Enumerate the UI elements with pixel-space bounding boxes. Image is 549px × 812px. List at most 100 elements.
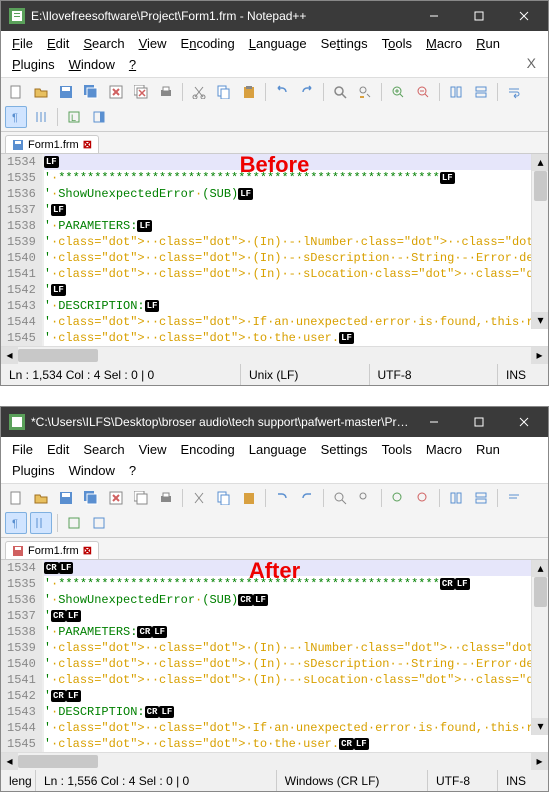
zoom-out-icon[interactable] <box>412 487 434 509</box>
close-button[interactable] <box>501 407 546 437</box>
menu-settings[interactable]: Settings <box>316 34 373 53</box>
menu-macro[interactable]: Macro <box>421 440 467 459</box>
userlang-icon[interactable] <box>63 512 85 534</box>
scroll-left-icon[interactable]: ◂ <box>1 347 18 364</box>
cut-icon[interactable] <box>188 81 210 103</box>
file-tab[interactable]: Form1.frm ⊠ <box>5 541 99 559</box>
menu-run[interactable]: Run <box>471 34 505 53</box>
new-file-icon[interactable] <box>5 487 27 509</box>
status-insert[interactable]: INS <box>498 770 548 791</box>
redo-icon[interactable] <box>296 487 318 509</box>
menu-search[interactable]: Search <box>78 34 129 53</box>
minimize-button[interactable] <box>411 1 456 31</box>
horizontal-scrollbar[interactable]: ◂ ▸ <box>1 346 548 363</box>
scroll-down-icon[interactable]: ▾ <box>532 718 548 735</box>
scroll-thumb-h[interactable] <box>18 755 98 768</box>
close-button[interactable] <box>501 1 546 31</box>
menubar-close-icon[interactable]: X <box>521 55 542 74</box>
close-file-icon[interactable] <box>105 487 127 509</box>
menu-edit[interactable]: Edit <box>42 34 74 53</box>
wordwrap-icon[interactable] <box>503 487 525 509</box>
maximize-button[interactable] <box>456 1 501 31</box>
find-icon[interactable] <box>329 487 351 509</box>
indent-guide-icon[interactable] <box>30 512 52 534</box>
copy-icon[interactable] <box>213 81 235 103</box>
scroll-thumb-v[interactable] <box>534 171 547 201</box>
zoom-out-icon[interactable] <box>412 81 434 103</box>
tab-close-icon[interactable]: ⊠ <box>83 138 92 151</box>
save-all-icon[interactable] <box>80 81 102 103</box>
menu-tools[interactable]: Tools <box>377 440 417 459</box>
zoom-in-icon[interactable] <box>387 487 409 509</box>
menu-language[interactable]: Language <box>244 440 312 459</box>
paste-icon[interactable] <box>238 81 260 103</box>
paste-icon[interactable] <box>238 487 260 509</box>
minimize-button[interactable] <box>411 407 456 437</box>
status-encoding[interactable]: UTF-8 <box>428 770 498 791</box>
menu-edit[interactable]: Edit <box>42 440 74 459</box>
status-insert[interactable]: INS <box>498 364 548 385</box>
code-content[interactable]: CRLF'·**********************************… <box>44 560 548 752</box>
vertical-scrollbar[interactable]: ▴ ▾ <box>531 154 548 329</box>
close-all-icon[interactable] <box>130 81 152 103</box>
replace-icon[interactable] <box>354 81 376 103</box>
save-all-icon[interactable] <box>80 487 102 509</box>
copy-icon[interactable] <box>213 487 235 509</box>
menu-encoding[interactable]: Encoding <box>176 34 240 53</box>
menu-tools[interactable]: Tools <box>377 34 417 53</box>
menu-run[interactable]: Run <box>471 440 505 459</box>
close-all-icon[interactable] <box>130 487 152 509</box>
scroll-up-icon[interactable]: ▴ <box>532 560 548 577</box>
status-eol[interactable]: Windows (CR LF) <box>277 770 428 791</box>
scroll-thumb-v[interactable] <box>534 577 547 607</box>
code-content[interactable]: LF'·************************************… <box>44 154 548 346</box>
code-editor[interactable]: 1534153515361537153815391540154115421543… <box>1 560 548 752</box>
zoom-in-icon[interactable] <box>387 81 409 103</box>
save-icon[interactable] <box>55 81 77 103</box>
menu-file[interactable]: File <box>7 440 38 459</box>
menu-help[interactable]: ? <box>124 461 141 480</box>
print-icon[interactable] <box>155 81 177 103</box>
scroll-right-icon[interactable]: ▸ <box>531 753 548 770</box>
sync-h-icon[interactable] <box>470 487 492 509</box>
sync-v-icon[interactable] <box>445 487 467 509</box>
show-whitespace-icon[interactable]: ¶ <box>5 106 27 128</box>
code-editor[interactable]: 1534153515361537153815391540154115421543… <box>1 154 548 346</box>
menu-view[interactable]: View <box>134 440 172 459</box>
indent-guide-icon[interactable] <box>30 106 52 128</box>
menu-view[interactable]: View <box>134 34 172 53</box>
new-file-icon[interactable] <box>5 81 27 103</box>
maximize-button[interactable] <box>456 407 501 437</box>
scroll-down-icon[interactable]: ▾ <box>532 312 548 329</box>
titlebar[interactable]: *C:\Users\ILFS\Desktop\broser audio\tech… <box>1 407 548 437</box>
vertical-scrollbar[interactable]: ▴ ▾ <box>531 560 548 735</box>
open-file-icon[interactable] <box>30 487 52 509</box>
open-file-icon[interactable] <box>30 81 52 103</box>
scroll-left-icon[interactable]: ◂ <box>1 753 18 770</box>
menu-window[interactable]: Window <box>64 461 120 480</box>
scroll-thumb-h[interactable] <box>18 349 98 362</box>
status-eol[interactable]: Unix (LF) <box>241 364 370 385</box>
undo-icon[interactable] <box>271 81 293 103</box>
menu-plugins[interactable]: Plugins <box>7 461 60 480</box>
sync-v-icon[interactable] <box>445 81 467 103</box>
menu-help[interactable]: ? <box>124 55 141 74</box>
save-icon[interactable] <box>55 487 77 509</box>
undo-icon[interactable] <box>271 487 293 509</box>
cut-icon[interactable] <box>188 487 210 509</box>
userlang-icon[interactable]: L <box>63 106 85 128</box>
file-tab[interactable]: Form1.frm ⊠ <box>5 135 99 153</box>
find-icon[interactable] <box>329 81 351 103</box>
doc-map-icon[interactable] <box>88 512 110 534</box>
tab-close-icon[interactable]: ⊠ <box>83 544 92 557</box>
menu-file[interactable]: File <box>7 34 38 53</box>
menu-language[interactable]: Language <box>244 34 312 53</box>
scroll-right-icon[interactable]: ▸ <box>531 347 548 364</box>
menu-plugins[interactable]: Plugins <box>7 55 60 74</box>
menu-search[interactable]: Search <box>78 440 129 459</box>
show-whitespace-icon[interactable]: ¶ <box>5 512 27 534</box>
replace-icon[interactable] <box>354 487 376 509</box>
sync-h-icon[interactable] <box>470 81 492 103</box>
print-icon[interactable] <box>155 487 177 509</box>
wordwrap-icon[interactable] <box>503 81 525 103</box>
